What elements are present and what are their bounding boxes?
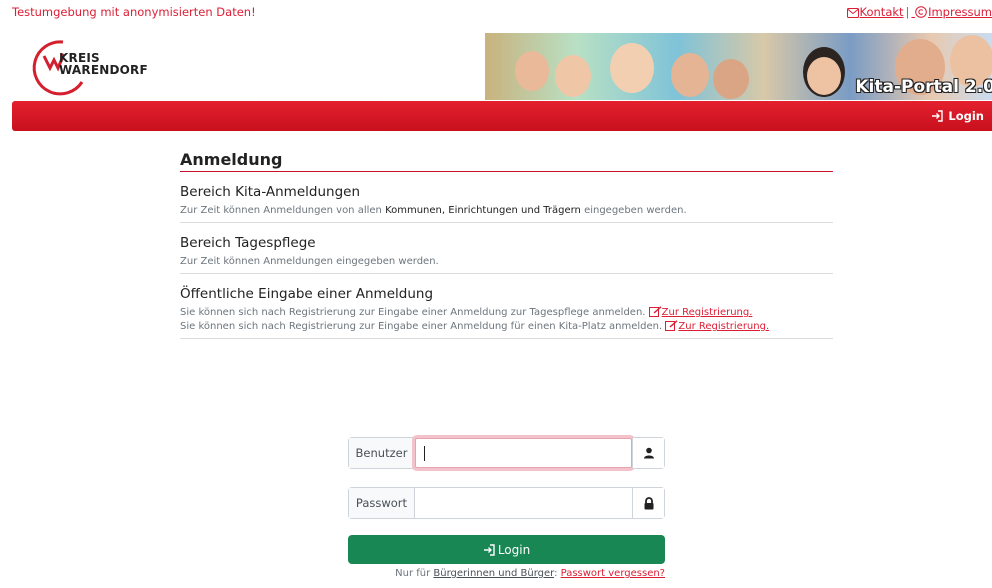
public-line2: Sie können sich nach Registrierung zur E… bbox=[180, 321, 663, 332]
navbar-login-link[interactable]: Login bbox=[931, 109, 984, 123]
main-content: Anmeldung Bereich Kita-Anmeldungen Zur Z… bbox=[180, 150, 833, 339]
forgot-password-line: Nur für Bürgerinnen und Bürger: Passwort… bbox=[348, 568, 665, 579]
logo-text-line2: WARENDORF bbox=[59, 63, 148, 77]
navbar-login-label: Login bbox=[948, 109, 984, 123]
section-public-entry: Öffentliche Eingabe einer Anmeldung Sie … bbox=[180, 286, 833, 339]
username-input[interactable] bbox=[415, 438, 632, 468]
copyright-icon bbox=[915, 6, 927, 18]
register-kita-label: Zur Registrierung. bbox=[678, 321, 770, 332]
section-kita-heading: Bereich Kita-Anmeldungen bbox=[180, 184, 361, 200]
section-kita-text-bold: Kommunen, Einrichtungen und Trägern bbox=[385, 205, 581, 216]
password-label: Passwort bbox=[349, 488, 415, 518]
section-kita: Bereich Kita-Anmeldungen Zur Zeit können… bbox=[180, 184, 833, 223]
logo-text: KREIS WARENDORF bbox=[59, 52, 148, 76]
imprint-link[interactable]: Impressum bbox=[911, 5, 992, 19]
password-input[interactable] bbox=[415, 488, 632, 518]
imprint-label: Impressum bbox=[928, 5, 992, 19]
banner-child-image bbox=[807, 57, 841, 95]
public-line1: Sie können sich nach Registrierung zur E… bbox=[180, 307, 646, 318]
user-icon bbox=[632, 438, 664, 468]
banner-child-image bbox=[610, 43, 654, 93]
kreis-warendorf-logo[interactable]: KREIS WARENDORF bbox=[30, 38, 160, 96]
username-label: Benutzer bbox=[349, 438, 415, 468]
register-kita-link[interactable]: Zur Registrierung. bbox=[665, 320, 770, 332]
forgot-colon: : bbox=[554, 568, 558, 579]
header-banner: Kita-Portal 2.0 bbox=[485, 33, 992, 100]
login-button[interactable]: Login bbox=[348, 535, 665, 564]
banner-child-image bbox=[555, 55, 591, 97]
section-tagespflege-heading: Bereich Tagespflege bbox=[180, 235, 316, 251]
register-tagespflege-label: Zur Registrierung. bbox=[661, 307, 753, 318]
main-navbar: Login bbox=[12, 101, 992, 131]
login-button-label: Login bbox=[497, 542, 531, 557]
banner-child-image bbox=[713, 59, 749, 99]
contact-label: Kontakt bbox=[859, 5, 904, 19]
forgot-prefix: Nur für bbox=[395, 568, 431, 579]
login-icon bbox=[483, 543, 495, 556]
edit-icon bbox=[665, 320, 678, 331]
password-group: Passwort bbox=[348, 487, 665, 519]
section-tagespflege-text: Zur Zeit können Anmeldungen eingegeben w… bbox=[180, 256, 439, 267]
link-separator: | bbox=[905, 5, 910, 19]
text-caret bbox=[424, 446, 425, 461]
username-group: Benutzer bbox=[348, 437, 665, 469]
contact-link[interactable]: Kontakt bbox=[846, 5, 904, 19]
top-bar: Testumgebung mit anonymisierten Daten! K… bbox=[0, 0, 992, 24]
page-title: Anmeldung bbox=[180, 150, 833, 172]
section-public-text: Sie können sich nach Registrierung zur E… bbox=[180, 306, 833, 338]
section-kita-text-pre: Zur Zeit können Anmeldungen von allen bbox=[180, 205, 382, 216]
environment-notice: Testumgebung mit anonymisierten Daten! bbox=[12, 5, 256, 19]
section-kita-text-post: eingegeben werden. bbox=[584, 205, 687, 216]
envelope-icon bbox=[846, 8, 859, 18]
section-public-heading: Öffentliche Eingabe einer Anmeldung bbox=[180, 286, 434, 302]
login-form: Benutzer Passwort Login Nur für Bürgerin… bbox=[348, 437, 665, 579]
section-tagespflege: Bereich Tagespflege Zur Zeit können Anme… bbox=[180, 235, 833, 274]
edit-icon bbox=[648, 306, 662, 317]
register-tagespflege-link[interactable]: Zur Registrierung. bbox=[648, 306, 753, 318]
login-icon bbox=[932, 110, 944, 122]
lock-icon bbox=[632, 488, 664, 518]
banner-child-image bbox=[515, 51, 549, 91]
forgot-password-link[interactable]: Passwort vergessen? bbox=[561, 568, 665, 579]
top-links: Kontakt | Impressum bbox=[846, 5, 992, 19]
citizens-link[interactable]: Bürgerinnen und Bürger bbox=[433, 568, 554, 579]
section-kita-text: Zur Zeit können Anmeldungen von allen Ko… bbox=[180, 204, 833, 222]
banner-title: Kita-Portal 2.0 bbox=[855, 77, 992, 97]
banner-child-image bbox=[671, 53, 709, 97]
